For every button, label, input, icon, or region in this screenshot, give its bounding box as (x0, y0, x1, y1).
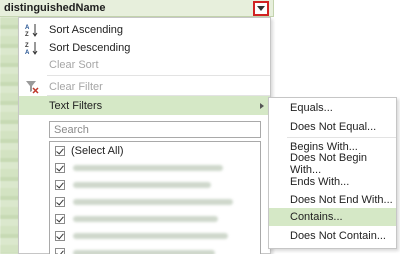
blurred-value (73, 199, 233, 205)
submenu-item-ends-with[interactable]: Ends With... (269, 173, 396, 191)
svg-text:A: A (25, 25, 30, 31)
text-filters-item[interactable]: Text Filters (19, 96, 270, 115)
text-filters-submenu: Equals... Does Not Equal... Begins With.… (268, 97, 397, 249)
sort-ascending-item[interactable]: A Z Sort Ascending (19, 20, 270, 39)
filter-dropdown-button[interactable] (253, 1, 269, 16)
svg-text:A: A (25, 50, 30, 55)
menu-separator (47, 75, 270, 76)
clear-sort-item[interactable]: Clear Sort (19, 55, 270, 74)
checkbox-icon[interactable] (55, 146, 65, 156)
submenu-item-does-not-begin-with[interactable]: Does Not Begin With... (269, 152, 396, 176)
submenu-item-label: Does Not End With... (290, 194, 393, 206)
search-input[interactable] (50, 122, 260, 137)
sort-descending-icon: Z A (25, 41, 39, 55)
sort-ascending-label: Sort Ascending (49, 23, 123, 36)
column-header-label: distinguishedName (4, 2, 106, 14)
blurred-value (73, 233, 228, 239)
submenu-item-does-not-contain[interactable]: Does Not Contain... (269, 227, 396, 245)
select-all-label: (Select All) (71, 145, 124, 157)
list-item[interactable] (55, 228, 228, 244)
filter-value-list[interactable]: (Select All) (49, 141, 261, 254)
checkbox-icon[interactable] (55, 248, 65, 254)
blurred-value (73, 165, 223, 171)
submenu-item-label: Contains... (290, 211, 343, 223)
svg-text:Z: Z (25, 43, 29, 49)
search-box[interactable] (49, 121, 261, 138)
list-item[interactable] (55, 160, 223, 176)
submenu-item-label: Equals... (290, 102, 333, 114)
sort-descending-label: Sort Descending (49, 41, 131, 54)
clear-sort-label: Clear Sort (49, 58, 99, 71)
text-filters-label: Text Filters (49, 99, 103, 112)
submenu-item-label: Does Not Contain... (290, 230, 386, 242)
blurred-value (73, 250, 215, 254)
checkbox-icon[interactable] (55, 214, 65, 224)
submenu-item-equals[interactable]: Equals... (269, 99, 396, 117)
submenu-item-contains[interactable]: Contains... (269, 208, 396, 226)
list-item[interactable] (55, 194, 233, 210)
blurred-value (73, 216, 218, 222)
checkbox-icon[interactable] (55, 197, 65, 207)
submenu-item-label: Does Not Equal... (290, 121, 377, 133)
clear-filter-icon (25, 80, 39, 94)
autofilter-menu: A Z Sort Ascending Z A Sort Descending C… (18, 17, 271, 254)
sort-ascending-icon: A Z (25, 23, 39, 37)
blurred-value (73, 182, 211, 188)
checkbox-icon[interactable] (55, 180, 65, 190)
list-item[interactable] (55, 245, 215, 254)
submenu-arrow-icon (260, 102, 264, 109)
clear-filter-item[interactable]: Clear Filter (19, 77, 270, 96)
submenu-item-does-not-equal[interactable]: Does Not Equal... (269, 118, 396, 136)
dropdown-arrow-icon (257, 5, 265, 11)
submenu-item-does-not-end-with[interactable]: Does Not End With... (269, 191, 396, 209)
select-all-item[interactable]: (Select All) (55, 143, 124, 159)
checkbox-icon[interactable] (55, 163, 65, 173)
list-item[interactable] (55, 211, 218, 227)
submenu-item-label: Ends With... (290, 176, 350, 188)
checkbox-icon[interactable] (55, 231, 65, 241)
column-header[interactable]: distinguishedName (0, 0, 274, 17)
clear-filter-label: Clear Filter (49, 80, 103, 93)
svg-text:Z: Z (25, 32, 29, 37)
list-item[interactable] (55, 177, 211, 193)
